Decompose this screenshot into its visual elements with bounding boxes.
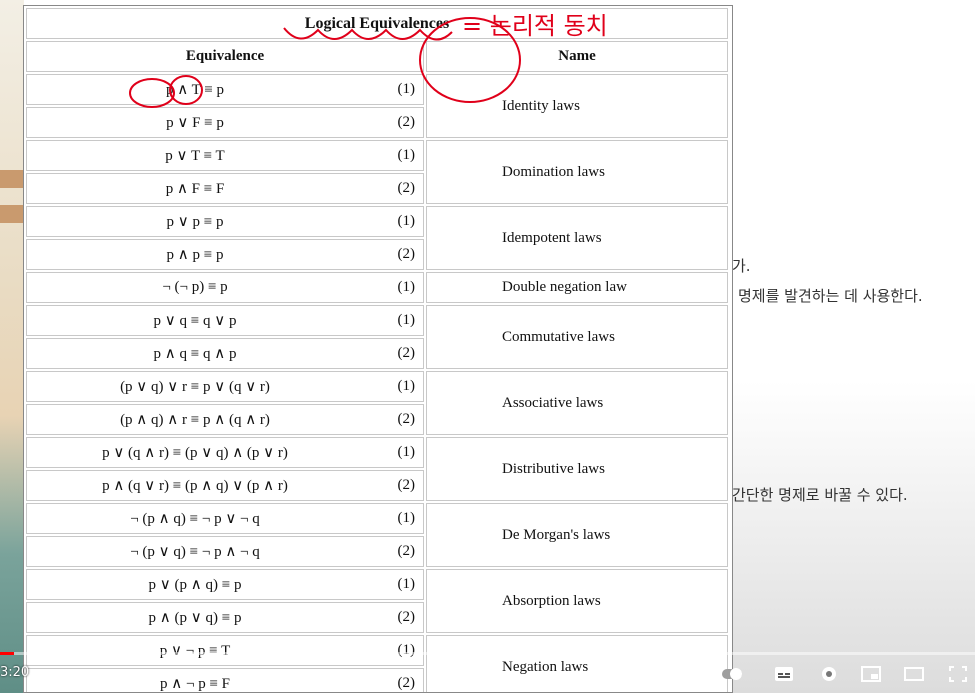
equivalence-expression: p ∨ T ≡ T — [165, 148, 225, 164]
settings-gear-icon[interactable] — [818, 664, 840, 684]
column-header-name: Name — [426, 41, 728, 72]
equivalence-cell: p ∧ (p ∨ q) ≡ p (2) — [26, 602, 424, 633]
equivalence-number: (2) — [397, 246, 416, 262]
equivalence-number: (1) — [397, 510, 416, 526]
equivalence-cell: p ∨ ¬ p ≡ T (1) — [26, 635, 424, 666]
equivalence-number: (1) — [397, 279, 416, 295]
equivalence-expression: p ∧ p ≡ p — [166, 247, 224, 263]
equivalence-number: (2) — [397, 675, 416, 691]
equivalence-number: (2) — [397, 180, 416, 196]
equivalence-expression: p ∨ p ≡ p — [166, 214, 224, 230]
equivalence-cell: (p ∧ q) ∧ r ≡ p ∧ (q ∧ r) (2) — [26, 404, 424, 435]
equivalence-expression: p ∨ ¬ p ≡ T — [159, 643, 231, 659]
equivalence-cell: p ∧ T ≡ p (1) — [26, 74, 424, 105]
law-name: Absorption laws — [426, 569, 728, 633]
equivalence-expression: p ∧ T ≡ p — [165, 82, 225, 98]
equivalence-number: (1) — [397, 81, 416, 97]
equivalence-expression: p ∧ (p ∨ q) ≡ p — [148, 610, 242, 626]
equivalence-expression: p ∧ q ≡ q ∧ p — [153, 346, 237, 362]
background-text-line3: 간단한 명제로 바꿀 수 있다. — [732, 486, 908, 504]
equivalence-number: (1) — [397, 642, 416, 658]
equivalence-cell: p ∨ q ≡ q ∨ p (1) — [26, 305, 424, 336]
background-document: 가. 명제를 발견하는 데 사용한다. 간단한 명제로 바꿀 수 있다. — [732, 0, 975, 693]
background-left — [0, 0, 24, 693]
equivalence-number: (1) — [397, 147, 416, 163]
equivalence-expression: p ∨ (p ∧ q) ≡ p — [148, 577, 242, 593]
equivalence-cell: ¬ (p ∨ q) ≡ ¬ p ∧ ¬ q (2) — [26, 536, 424, 567]
law-name: De Morgan's laws — [426, 503, 728, 567]
equivalence-number: (1) — [397, 312, 416, 328]
video-progress-played — [0, 652, 14, 655]
equivalence-expression: p ∨ F ≡ p — [166, 115, 224, 131]
equivalence-number: (1) — [397, 213, 416, 229]
law-name: Double negation law — [426, 272, 728, 303]
video-progress-bar[interactable] — [0, 652, 975, 655]
law-name: Commutative laws — [426, 305, 728, 369]
video-time: 3:20 — [0, 665, 30, 680]
theater-mode-icon[interactable] — [903, 664, 925, 684]
logical-equivalences-table: Logical Equivalences Equivalence Name p … — [23, 5, 733, 693]
law-name: Idempotent laws — [426, 206, 728, 270]
equivalence-cell: (p ∨ q) ∨ r ≡ p ∨ (q ∨ r) (1) — [26, 371, 424, 402]
equivalence-number: (2) — [397, 543, 416, 559]
equivalence-cell: p ∨ p ≡ p (1) — [26, 206, 424, 237]
equivalence-expression: ¬ (p ∧ q) ≡ ¬ p ∨ ¬ q — [130, 511, 260, 527]
background-text-line1: 가. — [732, 257, 751, 275]
law-name: Distributive laws — [426, 437, 728, 501]
equivalence-expression: ¬ (p ∨ q) ≡ ¬ p ∧ ¬ q — [130, 544, 260, 560]
equivalence-expression: p ∧ (q ∨ r) ≡ (p ∧ q) ∨ (p ∧ r) — [102, 478, 288, 494]
equivalence-number: (2) — [397, 114, 416, 130]
subtitles-icon[interactable] — [773, 664, 795, 684]
equivalence-cell: p ∧ ¬ p ≡ F (2) — [26, 668, 424, 692]
column-header-equivalence: Equivalence — [26, 41, 424, 72]
equivalence-cell: p ∧ (q ∨ r) ≡ (p ∧ q) ∨ (p ∧ r) (2) — [26, 470, 424, 501]
background-stripe — [0, 205, 24, 223]
equivalence-number: (2) — [397, 477, 416, 493]
equivalence-expression: ¬ (¬ p) ≡ p — [162, 279, 228, 295]
equivalence-expression: (p ∨ q) ∨ r ≡ p ∨ (q ∨ r) — [120, 379, 270, 395]
equivalence-cell: p ∧ q ≡ q ∧ p (2) — [26, 338, 424, 369]
equivalence-number: (2) — [397, 345, 416, 361]
miniplayer-icon[interactable] — [860, 664, 882, 684]
equivalence-cell: ¬ (p ∧ q) ≡ ¬ p ∨ ¬ q (1) — [26, 503, 424, 534]
equivalence-cell: p ∧ p ≡ p (2) — [26, 239, 424, 270]
law-name: Negation laws — [426, 635, 728, 692]
equivalence-cell: p ∨ (q ∧ r) ≡ (p ∨ q) ∧ (p ∨ r) (1) — [26, 437, 424, 468]
equivalence-number: (1) — [397, 444, 416, 460]
fullscreen-icon[interactable] — [947, 664, 969, 684]
equivalence-expression: p ∨ q ≡ q ∨ p — [153, 313, 237, 329]
equivalence-number: (2) — [397, 411, 416, 427]
background-text-line2: 명제를 발견하는 데 사용한다. — [738, 287, 923, 305]
equivalence-expression: p ∨ (q ∧ r) ≡ (p ∨ q) ∧ (p ∨ r) — [102, 445, 288, 461]
equivalence-cell: p ∨ T ≡ T (1) — [26, 140, 424, 171]
equivalence-number: (1) — [397, 576, 416, 592]
equivalence-expression: (p ∧ q) ∧ r ≡ p ∧ (q ∧ r) — [120, 412, 270, 428]
equivalence-cell: ¬ (¬ p) ≡ p (1) — [26, 272, 424, 303]
law-name: Domination laws — [426, 140, 728, 204]
equivalence-cell: p ∧ F ≡ F (2) — [26, 173, 424, 204]
table-title: Logical Equivalences — [26, 8, 728, 39]
law-name: Associative laws — [426, 371, 728, 435]
autoplay-toggle[interactable] — [721, 664, 743, 684]
equivalence-expression: p ∧ ¬ p ≡ F — [160, 676, 230, 692]
equivalence-cell: p ∨ F ≡ p (2) — [26, 107, 424, 138]
equivalence-number: (1) — [397, 378, 416, 394]
equivalence-cell: p ∨ (p ∧ q) ≡ p (1) — [26, 569, 424, 600]
background-stripe — [0, 170, 24, 188]
equivalence-expression: p ∧ F ≡ F — [165, 181, 225, 197]
law-name: Identity laws — [426, 74, 728, 138]
equivalence-number: (2) — [397, 609, 416, 625]
